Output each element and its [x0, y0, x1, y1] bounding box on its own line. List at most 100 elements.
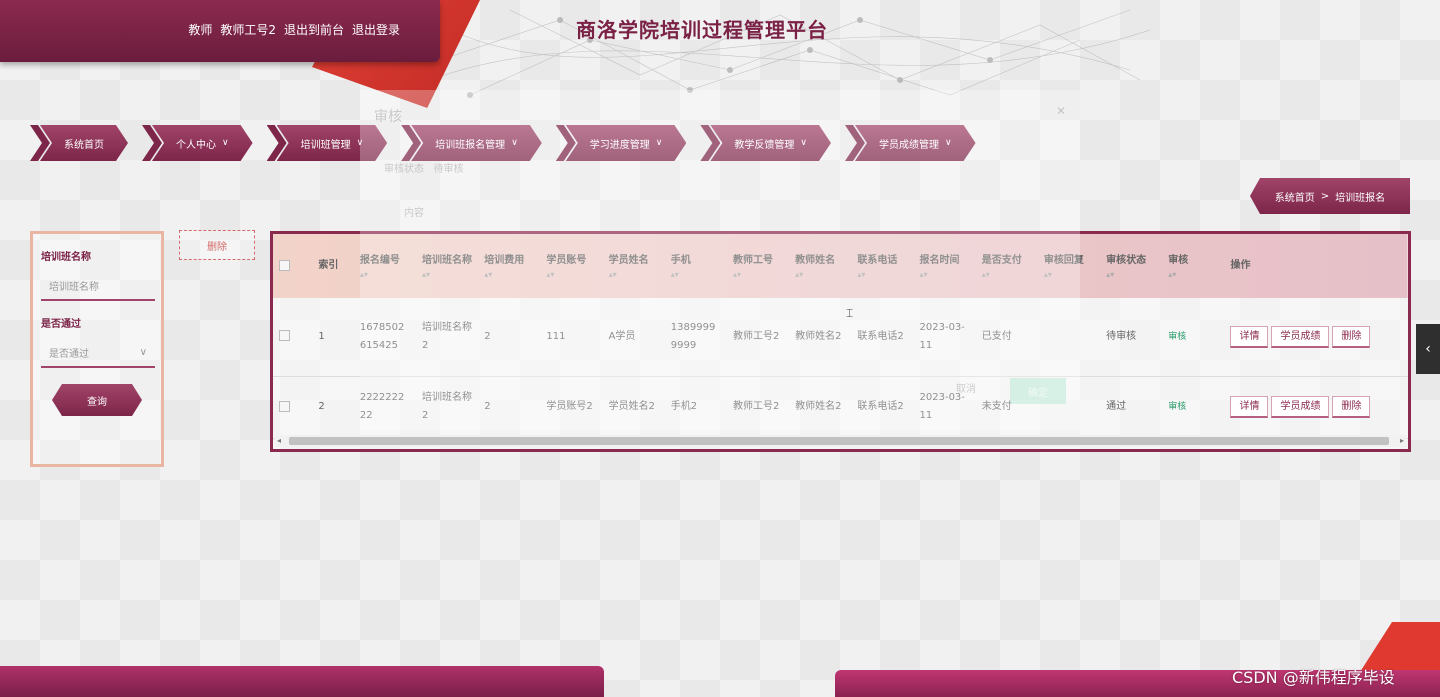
col-account[interactable]: 学员账号 ▴▾	[540, 234, 602, 298]
nav-label: 教学反馈管理	[734, 139, 795, 151]
col-reply[interactable]: 审核回复 ▴▾	[1038, 234, 1100, 298]
sort-icon: ▴▾	[422, 270, 431, 279]
site-title: 商洛学院培训过程管理平台	[576, 18, 828, 42]
col-fee[interactable]: 培训费用 ▴▾	[478, 234, 540, 298]
sort-icon: ▴▾	[670, 270, 679, 279]
col-paid[interactable]: 是否支付 ▴▾	[976, 234, 1038, 298]
dialog-title: 审核	[374, 109, 402, 125]
nav-label: 培训班报名管理	[435, 139, 506, 151]
cell-status: 通过	[1100, 376, 1163, 439]
cell-reply	[1037, 376, 1101, 439]
cell-reply	[1037, 298, 1101, 377]
chevron-down-icon: ∨	[800, 138, 807, 148]
cell-teacher-no: 教师工号2	[726, 376, 790, 439]
text-cursor-icon: ⌶	[846, 306, 854, 320]
sort-icon: ▴▾	[795, 270, 804, 279]
logout-link[interactable]: 退出登录	[352, 21, 400, 38]
select-all-checkbox[interactable]	[279, 259, 290, 271]
bulk-delete-button[interactable]: 删除	[179, 230, 255, 260]
cell-date: 2023-03-11	[913, 298, 976, 377]
detail-button[interactable]: 详情	[1230, 396, 1269, 418]
cell-reg-no: 1678502615425	[353, 298, 417, 377]
query-button[interactable]: 查询	[52, 384, 142, 416]
student-score-button[interactable]: 学员成绩	[1271, 325, 1330, 348]
col-date[interactable]: 报名时间 ▴▾	[914, 234, 976, 298]
scrollbar-thumb[interactable]	[289, 437, 1389, 445]
sort-icon: ▴▾	[608, 270, 617, 279]
nav-item-registration-management[interactable]: 培训班报名管理 ∨	[401, 125, 542, 161]
class-name-label: 培训班名称	[41, 252, 91, 263]
review-link[interactable]: 审核	[1168, 332, 1186, 342]
cell-teacher-no: 教师工号2	[726, 298, 790, 377]
sort-icon: ▴▾	[981, 270, 990, 279]
scroll-right-icon[interactable]: ▸	[1400, 436, 1404, 445]
col-status[interactable]: 审核状态 ▴▾	[1100, 234, 1162, 298]
nav-label: 培训班管理	[300, 139, 351, 151]
cell-fee: 2	[478, 376, 541, 439]
chevron-down-icon: ∨	[511, 138, 518, 148]
cell-student: A学员	[602, 298, 665, 377]
breadcrumb-current: 培训班报名	[1335, 192, 1386, 204]
nav-item-personal-center[interactable]: 个人中心 ∨	[142, 125, 253, 161]
review-link[interactable]: 审核	[1168, 402, 1186, 412]
pass-select[interactable]: 是否通过 ∨	[41, 338, 155, 368]
user-role: 教师	[188, 22, 213, 37]
student-score-button[interactable]: 学员成绩	[1271, 396, 1330, 418]
sort-icon: ▴▾	[1168, 270, 1177, 279]
col-reg-no[interactable]: 报名编号 ▴▾	[354, 234, 416, 298]
sort-icon: ▴▾	[1043, 270, 1052, 279]
cell-paid: 未支付	[975, 376, 1038, 439]
cell-student: 学员姓名2	[602, 376, 665, 439]
cell-teacher-name: 教师姓名2	[789, 298, 852, 377]
cell-contact: 联系电话2	[851, 298, 914, 377]
nav-item-progress-management[interactable]: 学习进度管理 ∨	[556, 125, 687, 161]
col-teacher-name[interactable]: 教师姓名 ▴▾	[789, 234, 851, 298]
chevron-down-icon: ∨	[944, 138, 952, 148]
breadcrumb-home[interactable]: 系统首页	[1275, 189, 1315, 204]
cell-index: 1	[312, 298, 354, 377]
row-checkbox[interactable]	[279, 330, 290, 342]
sort-icon: ▴▾	[1106, 270, 1115, 279]
nav-item-home[interactable]: 系统首页	[30, 125, 128, 161]
scroll-left-icon[interactable]: ◂	[277, 436, 281, 445]
col-contact[interactable]: 联系电话 ▴▾	[851, 234, 913, 298]
col-student[interactable]: 学员姓名 ▴▾	[603, 234, 665, 298]
col-review[interactable]: 审核 ▴▾	[1162, 234, 1224, 298]
cell-date: 2023-03-11	[913, 376, 976, 439]
cell-paid: 已支付	[975, 298, 1038, 377]
dialog-content-label: 内容	[404, 208, 424, 219]
back-to-front-link[interactable]: 退出到前台	[284, 21, 344, 38]
cell-phone: 手机2	[664, 376, 727, 439]
side-collapse-tab[interactable]: ‹	[1416, 324, 1440, 374]
chevron-down-icon: ∨	[655, 138, 663, 148]
delete-button[interactable]: 删除	[1332, 325, 1371, 348]
search-panel: 培训班名称 培训班名称 是否通过 是否通过 ∨ 查询	[30, 231, 164, 467]
cell-contact: 联系电话2	[851, 376, 914, 439]
col-phone[interactable]: 手机 ▴▾	[665, 234, 727, 298]
cell-fee: 2	[478, 298, 541, 377]
sort-icon: ▴▾	[732, 270, 741, 279]
cell-class-name: 培训班名称2	[416, 298, 479, 377]
table-header-row: 索引 报名编号 ▴▾ 培训班名称 ▴▾ 培训费用 ▴▾ 学员账号 ▴▾ 学员姓名 ▴▾ 手…	[273, 234, 1408, 298]
detail-button[interactable]: 详情	[1230, 325, 1269, 348]
horizontal-scrollbar[interactable]: ◂ ▸	[275, 435, 1406, 447]
nav-item-feedback-management[interactable]: 教学反馈管理 ∨	[700, 125, 831, 161]
nav-label: 学习进度管理	[589, 139, 650, 151]
nav-item-class-management[interactable]: 培训班管理 ∨	[267, 125, 388, 161]
col-teacher-no[interactable]: 教师工号 ▴▾	[727, 234, 789, 298]
sort-icon: ▴▾	[857, 270, 866, 279]
chevron-down-icon: ∨	[356, 138, 364, 148]
nav-item-score-management[interactable]: 学员成绩管理 ∨	[845, 125, 976, 161]
user-id: 教师工号2	[220, 22, 276, 37]
col-class-name[interactable]: 培训班名称 ▴▾	[416, 234, 478, 298]
chevron-down-icon: ∨	[222, 138, 229, 148]
col-index[interactable]: 索引	[312, 234, 353, 298]
table-row: 1 1678502615425 培训班名称2 2 111 A学员 1389999…	[273, 298, 1408, 377]
row-checkbox[interactable]	[279, 400, 290, 412]
bottom-left-ribbon	[0, 666, 604, 697]
class-name-input[interactable]: 培训班名称	[41, 271, 155, 301]
delete-button[interactable]: 删除	[1332, 396, 1371, 418]
cell-status: 待审核	[1100, 298, 1163, 377]
nav-label: 个人中心	[176, 139, 216, 151]
cell-phone: 13899999999	[664, 298, 727, 377]
